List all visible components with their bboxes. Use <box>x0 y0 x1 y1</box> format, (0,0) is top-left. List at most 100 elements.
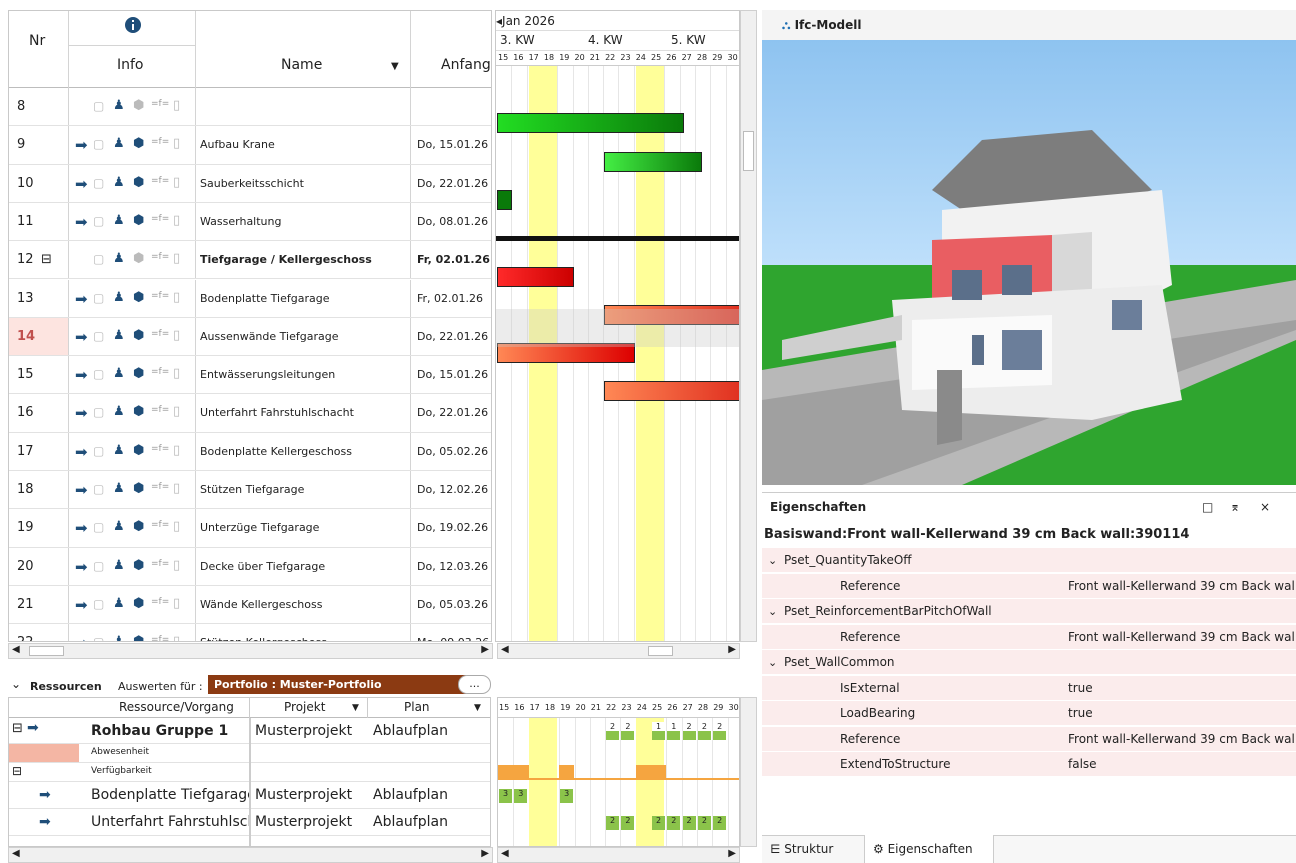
cube-icon[interactable]: ⬢ <box>133 519 144 534</box>
gantt-bar[interactable] <box>604 381 739 402</box>
resource-icon[interactable]: ♟ <box>113 558 125 573</box>
gantt-vertical-scrollbar[interactable] <box>740 10 757 642</box>
property-row[interactable]: Reference Front wall-Kellerwand 39 cm Bac… <box>762 726 1296 752</box>
resource-icon[interactable]: ♟ <box>113 596 125 611</box>
ifc-3d-viewport[interactable] <box>762 40 1296 485</box>
arrow-right-icon[interactable]: ➡ <box>75 634 88 641</box>
cube-icon[interactable]: ⬢ <box>133 328 144 343</box>
task-name[interactable]: Unterzüge Tiefgarage <box>196 509 411 547</box>
note-icon[interactable]: ▢ <box>93 137 104 151</box>
portfolio-more-button[interactable]: ... <box>458 675 491 694</box>
task-start-date[interactable]: Do, 05.02.26 <box>411 433 491 470</box>
document-icon[interactable]: ▯ <box>173 328 180 343</box>
formula-icon[interactable]: =f= <box>151 559 169 569</box>
document-icon[interactable]: ▯ <box>173 634 180 641</box>
table-row[interactable]: 20 ➡ ▢ ♟ ⬢ =f= ▯ Decke über Tiefgarage Do, 12.03… <box>9 547 491 586</box>
task-name[interactable]: Aussenwände Tiefgarage <box>196 317 411 356</box>
formula-icon[interactable]: =f= <box>151 635 169 641</box>
table-row[interactable]: 17 ➡ ▢ ♟ ⬢ =f= ▯ Bodenplatte Kellergeschoss Do, … <box>9 432 491 471</box>
arrow-right-icon[interactable]: ➡ <box>75 481 88 499</box>
task-start-date[interactable]: Do, 22.01.26 <box>411 165 491 202</box>
resource-icon[interactable]: ♟ <box>113 519 125 534</box>
cube-icon[interactable]: ⬢ <box>133 136 144 151</box>
resource-icon[interactable]: ♟ <box>113 443 125 458</box>
resource-icon[interactable]: ♟ <box>113 213 125 228</box>
cube-icon[interactable]: ⬢ <box>133 98 144 113</box>
arrow-right-icon[interactable]: ➡ <box>75 290 88 308</box>
note-icon[interactable]: ▢ <box>93 291 104 305</box>
cube-icon[interactable]: ⬢ <box>133 251 144 266</box>
arrow-right-icon[interactable]: ➡ <box>75 366 88 384</box>
document-icon[interactable]: ▯ <box>173 175 180 190</box>
cube-icon[interactable]: ⬢ <box>133 558 144 573</box>
resource-icon[interactable]: ♟ <box>113 290 125 305</box>
sort-down-icon[interactable]: ▼ <box>474 703 481 713</box>
table-row[interactable]: 11 ➡ ▢ ♟ ⬢ =f= ▯ Wasserhaltung Do, 08.01.26 <box>9 202 491 242</box>
arrow-right-icon[interactable]: ➡ <box>75 175 88 193</box>
resource-name[interactable]: Rohbau Gruppe 1 <box>91 723 249 739</box>
formula-icon[interactable]: =f= <box>151 214 169 224</box>
table-row[interactable]: 16 ➡ ▢ ♟ ⬢ =f= ▯ Unterfahrt Fahrstuhlschacht Do,… <box>9 394 491 433</box>
note-icon[interactable]: ▢ <box>93 329 104 343</box>
table-row[interactable]: 18 ➡ ▢ ♟ ⬢ =f= ▯ Stützen Tiefgarage Do, 12.02.26 <box>9 471 491 510</box>
resource-icon[interactable]: ♟ <box>113 328 125 343</box>
gantt-bar[interactable] <box>604 151 702 172</box>
formula-icon[interactable]: =f= <box>151 482 169 492</box>
note-icon[interactable]: ▢ <box>93 252 104 266</box>
task-name[interactable]: Bodenplatte Tiefgarage <box>196 279 411 317</box>
note-icon[interactable]: ▢ <box>93 99 104 113</box>
note-icon[interactable]: ▢ <box>93 482 104 496</box>
note-icon[interactable]: ▢ <box>93 559 104 573</box>
document-icon[interactable]: ▯ <box>173 558 180 573</box>
chevron-down-icon[interactable]: ⌄ <box>768 548 777 573</box>
property-row[interactable]: ExtendToStructure false <box>762 752 1296 777</box>
summary-bar[interactable] <box>496 236 739 242</box>
note-icon[interactable]: ▢ <box>93 405 104 419</box>
document-icon[interactable]: ▯ <box>173 98 180 113</box>
table-row[interactable]: 13 ➡ ▢ ♟ ⬢ =f= ▯ Bodenplatte Tiefgarage Fr, 02.0… <box>9 279 491 318</box>
note-icon[interactable]: ▢ <box>93 520 104 534</box>
resource-icon[interactable]: ♟ <box>113 136 125 151</box>
collapse-icon[interactable]: ⊟ <box>12 764 22 778</box>
formula-icon[interactable]: =f= <box>151 291 169 301</box>
resource-icon[interactable]: ♟ <box>113 481 125 496</box>
task-start-date[interactable]: Fr, 02.01.26 <box>411 241 491 278</box>
chevron-down-icon[interactable]: ⌄ <box>768 650 777 675</box>
document-icon[interactable]: ▯ <box>173 443 180 458</box>
note-icon[interactable]: ▢ <box>93 214 104 228</box>
task-start-date[interactable] <box>411 88 491 125</box>
column-header-name[interactable]: Name ▼ <box>196 11 411 88</box>
column-header-anfang[interactable]: Anfang <box>411 11 491 88</box>
task-name[interactable]: Unterfahrt Fahrstuhlschacht <box>196 394 411 432</box>
cube-icon[interactable]: ⬢ <box>133 175 144 190</box>
cube-icon[interactable]: ⬢ <box>133 443 144 458</box>
document-icon[interactable]: ▯ <box>173 481 180 496</box>
property-row[interactable]: IsExternal true <box>762 675 1296 701</box>
task-name[interactable]: Entwässerungsleitungen <box>196 356 411 394</box>
resources-horizontal-scrollbar[interactable]: ◀ ▶ <box>8 847 493 863</box>
task-start-date[interactable]: Do, 22.01.26 <box>411 318 491 355</box>
cube-icon[interactable]: ⬢ <box>133 481 144 496</box>
collapse-icon[interactable]: ⊟ <box>41 241 52 279</box>
formula-icon[interactable]: =f= <box>151 137 169 147</box>
column-header-nr[interactable]: Nr <box>9 11 69 88</box>
formula-icon[interactable]: =f= <box>151 367 169 377</box>
task-name[interactable]: Bodenplatte Kellergeschoss <box>196 432 411 470</box>
column-header-info[interactable]: Info <box>69 11 196 88</box>
note-icon[interactable]: ▢ <box>93 367 104 381</box>
task-name[interactable]: Wasserhaltung <box>196 202 411 241</box>
document-icon[interactable]: ▯ <box>173 213 180 228</box>
document-icon[interactable]: ▯ <box>173 366 180 381</box>
arrow-right-icon[interactable]: ➡ <box>75 213 88 231</box>
task-name[interactable]: Stützen Tiefgarage <box>196 471 411 509</box>
collapse-icon[interactable]: ⊟ <box>12 721 23 736</box>
document-icon[interactable]: ▯ <box>173 136 180 151</box>
gantt-bar[interactable] <box>497 113 684 134</box>
grid-horizontal-scrollbar[interactable]: ◀ ▶ <box>8 643 493 659</box>
task-name[interactable]: Aufbau Krane <box>196 126 411 164</box>
task-start-date[interactable]: Do, 08.01.26 <box>411 203 491 240</box>
arrow-right-icon[interactable]: ➡ <box>75 519 88 537</box>
arrow-right-icon[interactable]: ➡ <box>75 328 88 346</box>
table-row[interactable]: 8 ▢ ♟ ⬢ =f= ▯ <box>9 88 491 127</box>
table-row[interactable]: 10 ➡ ▢ ♟ ⬢ =f= ▯ Sauberkeitsschicht Do, 22.01.26 <box>9 164 491 203</box>
